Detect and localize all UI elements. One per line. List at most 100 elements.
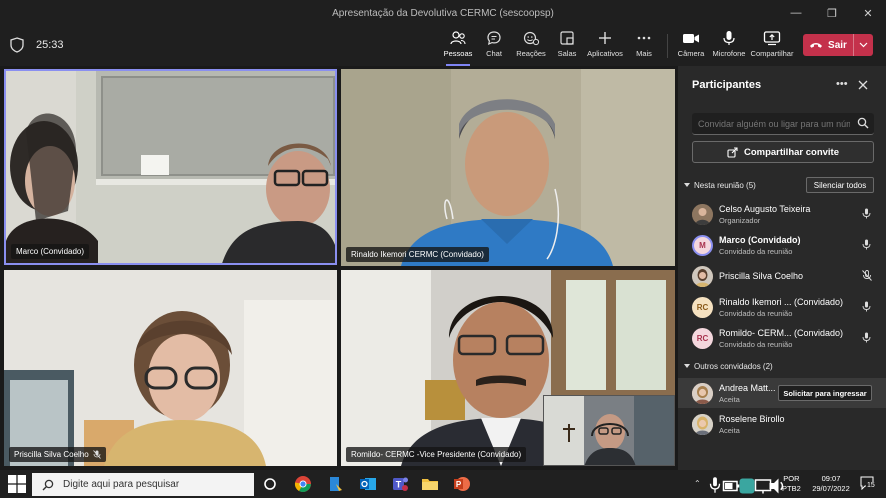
- share-invite-button[interactable]: Compartilhar convite: [692, 141, 874, 163]
- taskbar-clock[interactable]: 09:07 29/07/2022: [806, 474, 856, 494]
- chat-label: Chat: [486, 49, 502, 58]
- mute-all-button[interactable]: Silenciar todos: [806, 177, 874, 193]
- invitee-status: Aceita: [719, 426, 740, 435]
- participant-row[interactable]: RC Rinaldo Ikemori ... (Convidado) Convi…: [678, 292, 886, 322]
- microphone-icon: [723, 31, 735, 45]
- powerpoint-icon[interactable]: P: [453, 475, 471, 493]
- participant-name: Priscilla Silva Coelho: [719, 271, 804, 281]
- video-tile-romildo[interactable]: Romildo- CERMC -Vice Presidente (Convida…: [341, 270, 675, 466]
- participant-role: Organizador: [719, 216, 761, 225]
- teams-icon[interactable]: T: [391, 475, 409, 493]
- invite-search-input[interactable]: [698, 116, 850, 132]
- taskbar-search[interactable]: Digite aqui para pesquisar: [32, 473, 254, 496]
- participant-role: Convidado da reunião: [719, 309, 793, 318]
- participant-row[interactable]: M Marco (Convidado) Convidado da reunião: [678, 230, 886, 260]
- close-window-button[interactable]: ✕: [850, 0, 886, 26]
- hang-up-icon: [810, 43, 823, 48]
- microphone-icon[interactable]: [862, 208, 871, 219]
- close-icon[interactable]: [858, 80, 868, 90]
- request-to-join-button[interactable]: Solicitar para ingressar: [778, 385, 872, 401]
- others-section-header[interactable]: Outros convidados (2): [684, 362, 773, 371]
- share-icon: [763, 31, 781, 46]
- participant-row[interactable]: Priscilla Silva Coelho: [678, 261, 886, 291]
- search-icon: [42, 479, 54, 490]
- invitee-status: Aceita: [719, 395, 740, 404]
- video-tile-rinaldo[interactable]: Rinaldo Ikemori CERMC (Convidado): [341, 69, 675, 266]
- outlook-icon[interactable]: [359, 475, 377, 493]
- minimize-button[interactable]: —: [778, 0, 814, 26]
- chat-button[interactable]: Chat: [474, 30, 514, 64]
- notification-count: 15: [866, 482, 876, 489]
- avatar-photo: [692, 414, 713, 435]
- panel-title: Participantes: [692, 79, 762, 91]
- tray-chevron-up-icon[interactable]: ⌃: [694, 479, 701, 488]
- search-icon: [857, 117, 869, 129]
- tile-name-label: Romildo- CERMC -Vice Presidente (Convida…: [346, 447, 527, 462]
- folder-icon[interactable]: [421, 475, 439, 493]
- rooms-button[interactable]: Salas: [547, 30, 587, 64]
- avatar-photo: [692, 383, 713, 404]
- participant-name: Romildo- CERM... (Convidado): [719, 328, 844, 338]
- microphone-button[interactable]: Microfone: [709, 30, 749, 64]
- file-explorer-pin-icon[interactable]: [327, 475, 345, 493]
- windows-start-icon[interactable]: [8, 475, 26, 493]
- reactions-button[interactable]: Reações: [511, 30, 551, 64]
- participant-row[interactable]: Celso Augusto Teixeira Organizador: [678, 199, 886, 229]
- maximize-button[interactable]: ❐: [814, 0, 850, 26]
- camera-button[interactable]: Câmera: [671, 30, 711, 64]
- more-label: Mais: [636, 49, 652, 58]
- window-titlebar: Apresentação da Devolutiva CERMC (sescoo…: [0, 0, 886, 26]
- muted-mic-icon: [92, 450, 101, 459]
- microphone-icon[interactable]: [862, 239, 871, 250]
- more-button[interactable]: Mais: [624, 30, 664, 64]
- task-view-icon[interactable]: [261, 475, 279, 493]
- windows-taskbar: Digite aqui para pesquisar T P ⌃ POR PTB…: [0, 470, 886, 498]
- invite-search-box[interactable]: [692, 113, 874, 135]
- plus-icon: [599, 32, 611, 44]
- video-tile-marco[interactable]: Marco (Convidado): [4, 69, 337, 265]
- chevron-down-icon: [684, 364, 690, 368]
- share-screen-button[interactable]: Compartilhar: [751, 30, 793, 64]
- people-button[interactable]: Pessoas: [438, 30, 478, 66]
- video-stage: Marco (Convidado) Rinaldo Ikemori CERMC …: [0, 66, 678, 470]
- avatar: [692, 414, 713, 435]
- in-meeting-section-header[interactable]: Nesta reunião (5): [684, 181, 756, 190]
- participant-row[interactable]: RC Romildo- CERM... (Convidado) Convidad…: [678, 323, 886, 353]
- reactions-icon: [523, 31, 540, 46]
- svg-text:T: T: [396, 480, 402, 490]
- avatar: M: [692, 235, 713, 256]
- microphone-label: Microfone: [712, 49, 746, 58]
- people-icon: [450, 31, 466, 45]
- video-tile-priscilla[interactable]: Priscilla Silva Coelho: [4, 270, 337, 466]
- participant-role: Convidado da reunião: [719, 340, 793, 349]
- video-feed-rinaldo: [341, 69, 675, 266]
- microphone-icon[interactable]: [862, 332, 871, 343]
- participants-panel: Participantes ••• Compartilhar convite N…: [678, 66, 886, 470]
- chrome-icon[interactable]: [294, 475, 312, 493]
- avatar: [692, 266, 713, 287]
- video-feed-marco: [6, 71, 335, 263]
- leave-options-button[interactable]: [853, 34, 873, 56]
- rooms-icon: [560, 31, 574, 45]
- chevron-down-icon: [684, 183, 690, 187]
- apps-button[interactable]: Aplicativos: [585, 30, 625, 64]
- chevron-down-icon: [859, 42, 868, 48]
- leave-main[interactable]: Sair: [803, 40, 853, 51]
- leave-button[interactable]: Sair: [803, 34, 873, 56]
- muted-mic-icon[interactable]: [862, 270, 872, 281]
- notification-center-button[interactable]: 15: [860, 476, 876, 491]
- avatar: [692, 383, 713, 404]
- leave-label: Sair: [828, 39, 847, 51]
- people-label: Pessoas: [443, 49, 473, 58]
- self-view[interactable]: [543, 395, 675, 466]
- invitee-row[interactable]: Roselene Birollo Aceita: [678, 409, 886, 439]
- keyboard-language[interactable]: POR PTB2: [782, 474, 801, 494]
- invitee-row[interactable]: Andrea Matt... Aceita Solicitar para ing…: [678, 378, 886, 408]
- microphone-icon[interactable]: [862, 301, 871, 312]
- invitee-name: Andrea Matt...: [719, 383, 776, 393]
- shield-icon: [10, 37, 24, 53]
- panel-more-options-icon[interactable]: •••: [836, 78, 848, 90]
- avatar-photo: [692, 204, 713, 225]
- avatar-photo: [692, 266, 713, 287]
- participant-name: Celso Augusto Teixeira: [719, 204, 811, 214]
